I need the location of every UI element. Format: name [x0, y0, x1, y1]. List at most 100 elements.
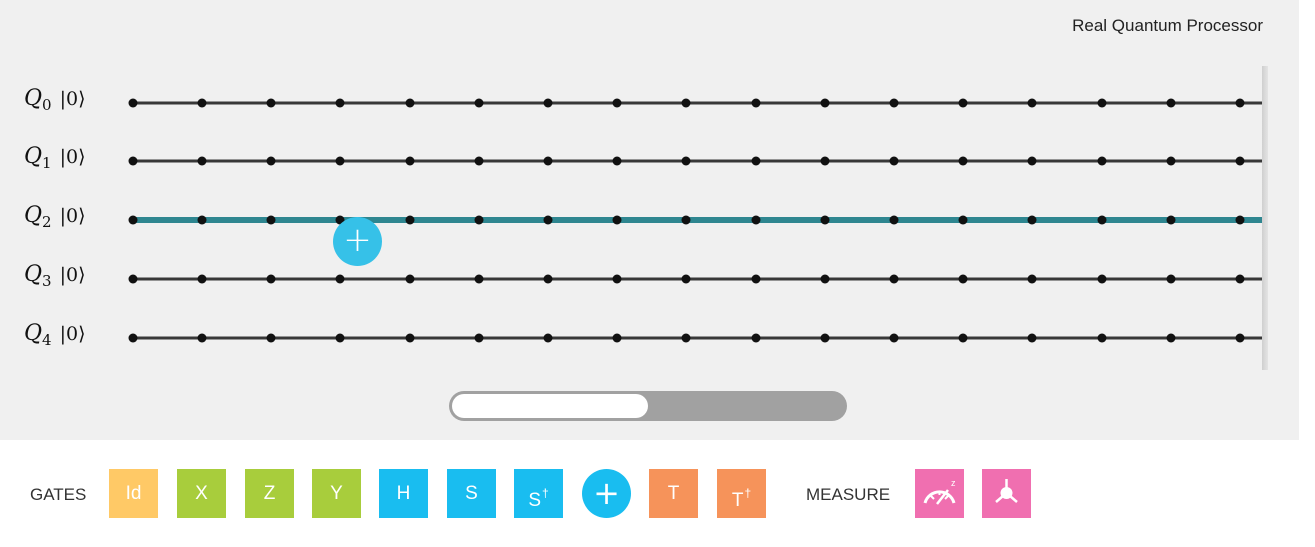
- wire-slot-dot[interactable]: [266, 274, 276, 284]
- wire-slot-dot[interactable]: [474, 333, 484, 343]
- wire-slot-dot[interactable]: [820, 156, 830, 166]
- wire-slot-dot[interactable]: [197, 156, 207, 166]
- wire-slot-dot[interactable]: [543, 98, 553, 108]
- wire-slot-dot[interactable]: [335, 98, 345, 108]
- wire-slot-dot[interactable]: [405, 274, 415, 284]
- wire-slot-dot[interactable]: [1166, 274, 1176, 284]
- gate-label: T: [667, 483, 680, 504]
- wire-slot-dot[interactable]: [197, 274, 207, 284]
- measure-z-button[interactable]: z: [915, 469, 964, 518]
- wire-slot-dot[interactable]: [543, 156, 553, 166]
- gate-s-dagger[interactable]: S†: [514, 469, 563, 518]
- wire-slot-dot[interactable]: [405, 98, 415, 108]
- wire-slot-dot[interactable]: [681, 333, 691, 343]
- wire-slot-dot[interactable]: [335, 274, 345, 284]
- wire-slot-dot[interactable]: [474, 274, 484, 284]
- wire-slot-dot[interactable]: [1235, 98, 1245, 108]
- wire-slot-dot[interactable]: [128, 215, 138, 225]
- wire-slot-dot[interactable]: [751, 274, 761, 284]
- wire-slot-dot[interactable]: [889, 333, 899, 343]
- wire-slot-dot[interactable]: [474, 215, 484, 225]
- gate-h[interactable]: H: [379, 469, 428, 518]
- wire-slot-dot[interactable]: [958, 274, 968, 284]
- wire-slot-dot[interactable]: [751, 98, 761, 108]
- wire-slot-dot[interactable]: [1027, 333, 1037, 343]
- wire-slot-dot[interactable]: [1027, 98, 1037, 108]
- wire-slot-dot[interactable]: [128, 98, 138, 108]
- wire-slot-dot[interactable]: [612, 333, 622, 343]
- wire-slot-dot[interactable]: [266, 98, 276, 108]
- wire-slot-dot[interactable]: [1166, 215, 1176, 225]
- wire-slot-dot[interactable]: [1097, 215, 1107, 225]
- wire-slot-dot[interactable]: [405, 215, 415, 225]
- gate-t[interactable]: T: [649, 469, 698, 518]
- wire-slot-dot[interactable]: [681, 156, 691, 166]
- wire-slot-dot[interactable]: [266, 215, 276, 225]
- wire-slot-dot[interactable]: [1097, 333, 1107, 343]
- wire-slot-dot[interactable]: [889, 274, 899, 284]
- wire-slot-dot[interactable]: [474, 98, 484, 108]
- wire-slot-dot[interactable]: [958, 333, 968, 343]
- horizontal-scrollbar[interactable]: [449, 391, 847, 421]
- wire-slot-dot[interactable]: [820, 98, 830, 108]
- wire-slot-dot[interactable]: [612, 215, 622, 225]
- wire-slot-dot[interactable]: [958, 215, 968, 225]
- wire-slot-dot[interactable]: [1097, 98, 1107, 108]
- wire-slot-dot[interactable]: [1097, 156, 1107, 166]
- wire-slot-dot[interactable]: [751, 156, 761, 166]
- gate-t-dagger[interactable]: T†: [717, 469, 766, 518]
- bloch-measure-button[interactable]: [982, 469, 1031, 518]
- wire-slot-dot[interactable]: [543, 215, 553, 225]
- gate-x[interactable]: X: [177, 469, 226, 518]
- wire-slot-dot[interactable]: [958, 156, 968, 166]
- wire-slot-dot[interactable]: [1027, 215, 1037, 225]
- wire-slot-dot[interactable]: [1027, 274, 1037, 284]
- wire-slot-dot[interactable]: [266, 156, 276, 166]
- wire-slot-dot[interactable]: [1166, 156, 1176, 166]
- wire-slot-dot[interactable]: [889, 215, 899, 225]
- wire-slot-dot[interactable]: [128, 274, 138, 284]
- wire-slot-dot[interactable]: [1235, 274, 1245, 284]
- wire-slot-dot[interactable]: [335, 156, 345, 166]
- gate-s[interactable]: S: [447, 469, 496, 518]
- wire-slot-dot[interactable]: [612, 98, 622, 108]
- wire-slot-dot[interactable]: [1235, 156, 1245, 166]
- wire-slot-dot[interactable]: [820, 215, 830, 225]
- add-gate-button[interactable]: +: [333, 217, 382, 266]
- wire-slot-dot[interactable]: [128, 333, 138, 343]
- wire-slot-dot[interactable]: [889, 156, 899, 166]
- wire-slot-dot[interactable]: [1235, 333, 1245, 343]
- wire-slot-dot[interactable]: [197, 215, 207, 225]
- gate-id[interactable]: Id: [109, 469, 158, 518]
- wire-slot-dot[interactable]: [1235, 215, 1245, 225]
- wire-slot-dot[interactable]: [820, 274, 830, 284]
- gate-z[interactable]: Z: [245, 469, 294, 518]
- gate-cnot[interactable]: +: [582, 469, 631, 518]
- wire-slot-dot[interactable]: [405, 333, 415, 343]
- wire-slot-dot[interactable]: [751, 333, 761, 343]
- wire-slot-dot[interactable]: [751, 215, 761, 225]
- wire-slot-dot[interactable]: [681, 274, 691, 284]
- wire-slot-dot[interactable]: [681, 98, 691, 108]
- wire-slot-dot[interactable]: [681, 215, 691, 225]
- wire-slot-dot[interactable]: [266, 333, 276, 343]
- wire-slot-dot[interactable]: [128, 156, 138, 166]
- gate-y[interactable]: Y: [312, 469, 361, 518]
- wire-slot-dot[interactable]: [543, 274, 553, 284]
- wire-slot-dot[interactable]: [1027, 156, 1037, 166]
- wire-slot-dot[interactable]: [889, 98, 899, 108]
- wire-slot-dot[interactable]: [1166, 98, 1176, 108]
- wire-slot-dot[interactable]: [197, 333, 207, 343]
- wire-slot-dot[interactable]: [958, 98, 968, 108]
- wire-slot-dot[interactable]: [474, 156, 484, 166]
- wire-slot-dot[interactable]: [197, 98, 207, 108]
- scrollbar-thumb[interactable]: [452, 394, 648, 418]
- wire-slot-dot[interactable]: [405, 156, 415, 166]
- wire-slot-dot[interactable]: [612, 156, 622, 166]
- wire-slot-dot[interactable]: [543, 333, 553, 343]
- wire-slot-dot[interactable]: [820, 333, 830, 343]
- wire-slot-dot[interactable]: [335, 333, 345, 343]
- wire-slot-dot[interactable]: [1097, 274, 1107, 284]
- wire-slot-dot[interactable]: [612, 274, 622, 284]
- wire-slot-dot[interactable]: [1166, 333, 1176, 343]
